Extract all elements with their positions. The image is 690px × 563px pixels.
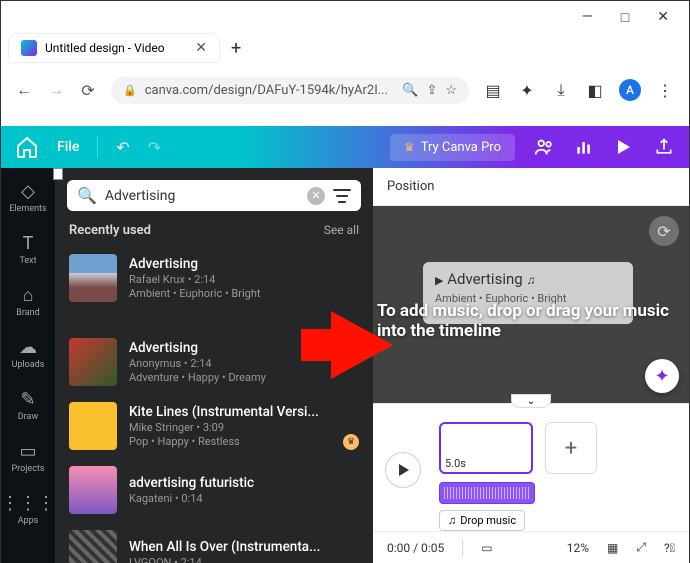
new-tab-button[interactable]: + (231, 38, 241, 59)
time-display: 0:00 / 0:05 (387, 541, 444, 555)
help-icon[interactable]: ?⃝ (664, 541, 675, 555)
track-thumbnail (69, 466, 117, 514)
magic-button[interactable]: ✦ (645, 359, 679, 393)
cloud-icon: ☁ (17, 336, 39, 358)
drop-instruction: To add music, drop or drag your music in… (377, 301, 685, 341)
browser-chrome: — □ ✕ Untitled design - Video ✕ + ← → ⟳ … (1, 1, 689, 126)
layout-icon[interactable]: ▭ (481, 541, 492, 555)
see-all-link[interactable]: See all (324, 223, 359, 238)
audio-panel: 🔍 ✕ Recently used See all Advertising Ra… (55, 168, 373, 563)
text-icon: T (17, 232, 39, 254)
apps-icon: ⋮⋮⋮ (17, 492, 39, 514)
star-icon[interactable]: ☆ (445, 83, 457, 98)
refresh-icon[interactable]: ⟳ (649, 216, 679, 246)
track-item[interactable]: Advertising Rafael Krux • 2:14 Ambient •… (55, 246, 373, 310)
panel-icon[interactable]: ◧ (585, 80, 605, 100)
track-thumbnail (69, 254, 117, 302)
annotation-arrow-icon (331, 311, 393, 379)
app-body: ◇Elements TText ⌂Brand ☁Uploads ✎Draw ▭P… (1, 168, 689, 563)
browser-tab[interactable]: Untitled design - Video ✕ (9, 34, 219, 62)
folder-icon: ▭ (17, 440, 39, 462)
track-item[interactable]: Kite Lines (Instrumental Versi... Mike S… (55, 394, 373, 458)
track-thumbnail (69, 530, 117, 563)
tab-title: Untitled design - Video (45, 41, 187, 55)
address-bar[interactable]: 🔒 canva.com/design/DAFuY-1594k/hyAr2I...… (111, 77, 469, 104)
url-text: canva.com/design/DAFuY-1594k/hyAr2I... (145, 83, 388, 98)
sidebar-item-text[interactable]: TText (17, 232, 39, 266)
toolbar: ← → ⟳ 🔒 canva.com/design/DAFuY-1594k/hyA… (1, 66, 689, 114)
share-icon[interactable]: ⇪ (426, 83, 437, 98)
sidebar-item-projects[interactable]: ▭Projects (12, 440, 45, 474)
share-button[interactable] (653, 136, 675, 158)
video-clip[interactable]: 5.0s (439, 422, 533, 474)
filter-icon[interactable] (333, 189, 351, 203)
fullscreen-icon[interactable]: ⤢ (636, 540, 646, 555)
play-button[interactable] (613, 136, 635, 158)
kebab-icon[interactable]: ⋮ (655, 80, 675, 100)
brand-icon: ⌂ (17, 284, 39, 306)
app-header: File ↶ ↷ ♛ Try Canva Pro (1, 126, 689, 168)
undo-button[interactable]: ↶ (116, 138, 129, 157)
pro-badge-icon: ♛ (343, 434, 359, 450)
grid-icon[interactable]: ▦ (607, 541, 618, 555)
search-input[interactable] (105, 188, 299, 204)
add-clip-button[interactable]: + (545, 422, 597, 474)
sidebar-item-uploads[interactable]: ☁Uploads (12, 336, 45, 370)
sidebar-item-brand[interactable]: ⌂Brand (16, 284, 39, 318)
profile-avatar[interactable]: A (619, 79, 641, 101)
file-menu[interactable]: File (57, 139, 79, 155)
pencil-icon: ✎ (17, 388, 39, 410)
sidebar-item-apps[interactable]: ⋮⋮⋮Apps (17, 492, 39, 526)
downloads-icon[interactable]: ⤓ (551, 80, 571, 100)
position-button[interactable]: Position (373, 168, 689, 206)
try-pro-button[interactable]: ♛ Try Canva Pro (390, 134, 515, 161)
canvas[interactable]: ⟳ ▶ Advertising ♫ Ambient • Euphoric • B… (373, 206, 689, 403)
redo-button[interactable]: ↷ (148, 138, 161, 157)
lock-icon: 🔒 (123, 84, 137, 97)
extensions-icon[interactable]: ✦ (517, 80, 537, 100)
left-rail: ◇Elements TText ⌂Brand ☁Uploads ✎Draw ▭P… (1, 168, 55, 563)
timeline: ⌄ 5.0s + ♫Drop music 0:00 / 0:05 ▭ 12% (373, 403, 689, 563)
close-icon[interactable]: ✕ (195, 40, 207, 56)
search-in-page-icon[interactable]: 🔍 (402, 83, 418, 98)
search-icon: 🔍 (77, 186, 97, 205)
audio-clip[interactable] (439, 482, 535, 504)
drop-music-slot[interactable]: ♫Drop music (439, 510, 525, 531)
window-controls: — □ ✕ (1, 1, 689, 30)
shapes-icon: ◇ (17, 180, 39, 202)
track-item[interactable]: When All Is Over (Instrumenta... LVGOON … (55, 522, 373, 563)
track-item[interactable]: advertising futuristic Kagateni • 0:14 (55, 458, 373, 522)
zoom-level[interactable]: 12% (567, 541, 589, 555)
sidebar-item-draw[interactable]: ✎Draw (17, 388, 39, 422)
window-maximize[interactable]: □ (621, 9, 629, 26)
card-icon[interactable]: ▤ (483, 80, 503, 100)
timeline-play-button[interactable] (385, 452, 421, 488)
canvas-area: Position ⟳ ▶ Advertising ♫ Ambient • Eup… (373, 168, 689, 563)
reload-icon[interactable]: ⟳ (79, 81, 97, 99)
canva-favicon-icon (21, 40, 37, 56)
crown-icon: ♛ (404, 140, 415, 154)
window-close[interactable]: ✕ (657, 9, 669, 26)
clear-icon[interactable]: ✕ (307, 187, 325, 205)
track-list: Advertising Rafael Krux • 2:14 Ambient •… (55, 246, 373, 563)
chevron-down-icon[interactable]: ⌄ (511, 394, 551, 408)
section-title: Recently used (69, 223, 151, 238)
home-icon[interactable] (15, 135, 39, 159)
music-note-icon: ♫ (448, 514, 456, 527)
tab-strip: Untitled design - Video ✕ + (1, 30, 689, 66)
track-thumbnail (69, 402, 117, 450)
section-header: Recently used See all (55, 223, 373, 246)
analytics-icon[interactable] (573, 136, 595, 158)
window-minimize[interactable]: — (582, 9, 593, 26)
panel-splitter[interactable] (53, 168, 63, 180)
sidebar-item-elements[interactable]: ◇Elements (9, 180, 46, 214)
forward-icon[interactable]: → (47, 81, 65, 99)
search-box[interactable]: 🔍 ✕ (67, 180, 361, 211)
back-icon[interactable]: ← (15, 81, 33, 99)
track-thumbnail (69, 338, 117, 386)
people-icon[interactable] (533, 136, 555, 158)
timeline-status-bar: 0:00 / 0:05 ▭ 12% ▦ ⤢ ?⃝ (373, 531, 689, 563)
